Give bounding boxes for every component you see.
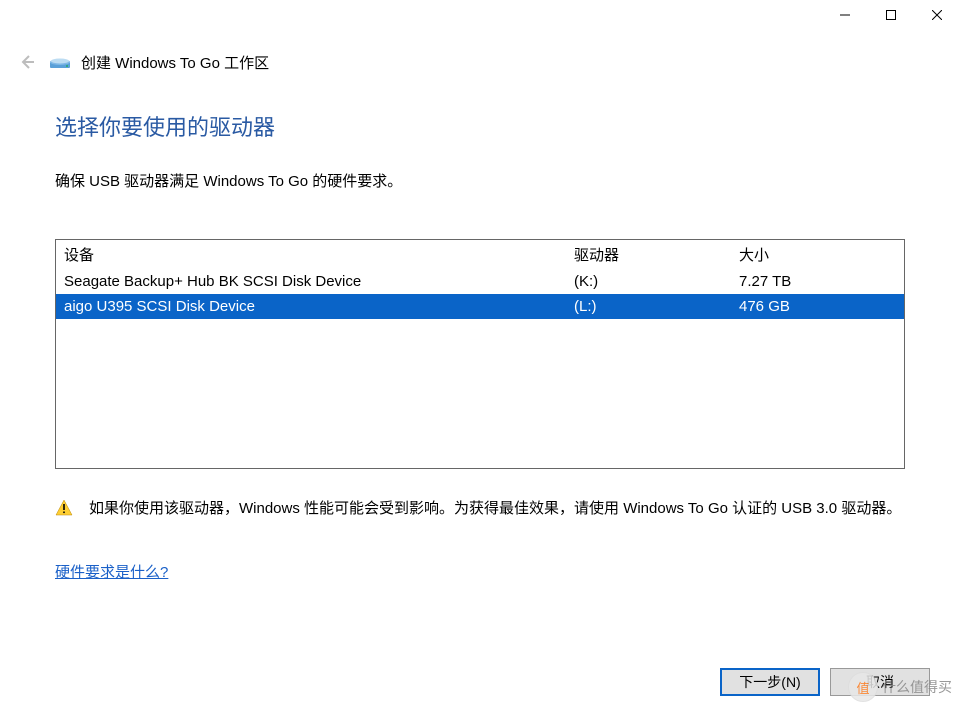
page-heading: 选择你要使用的驱动器 [55, 110, 905, 142]
cell-device: Seagate Backup+ Hub BK SCSI Disk Device [64, 273, 574, 290]
col-drive: 驱动器 [574, 244, 739, 265]
wizard-footer: 下一步(N) 取消 [720, 668, 930, 696]
drive-row[interactable]: Seagate Backup+ Hub BK SCSI Disk Device … [56, 269, 904, 294]
window-titlebar [0, 0, 960, 30]
col-device: 设备 [64, 244, 574, 265]
cell-size: 7.27 TB [739, 273, 896, 290]
maximize-button[interactable] [868, 0, 914, 30]
cell-device: aigo U395 SCSI Disk Device [64, 298, 574, 315]
column-headers: 设备 驱动器 大小 [56, 240, 904, 269]
minimize-icon [840, 10, 850, 20]
minimize-button[interactable] [822, 0, 868, 30]
next-button[interactable]: 下一步(N) [720, 668, 820, 696]
drive-list[interactable]: 设备 驱动器 大小 Seagate Backup+ Hub BK SCSI Di… [55, 239, 905, 469]
warning-icon [55, 499, 73, 517]
col-size: 大小 [739, 244, 896, 265]
wizard-title: 创建 Windows To Go 工作区 [81, 52, 269, 73]
cell-drive: (K:) [574, 273, 739, 290]
warning-text: 如果你使用该驱动器，Windows 性能可能会受到影响。为获得最佳效果，请使用 … [89, 497, 901, 521]
cell-drive: (L:) [574, 298, 739, 315]
back-button [15, 50, 39, 74]
close-icon [932, 10, 942, 20]
cancel-button[interactable]: 取消 [830, 668, 930, 696]
back-arrow-icon [19, 54, 35, 70]
page-subtext: 确保 USB 驱动器满足 Windows To Go 的硬件要求。 [55, 170, 905, 191]
requirements-link[interactable]: 硬件要求是什么? [55, 561, 168, 582]
close-button[interactable] [914, 0, 960, 30]
maximize-icon [886, 10, 896, 20]
warning-block: 如果你使用该驱动器，Windows 性能可能会受到影响。为获得最佳效果，请使用 … [55, 497, 905, 521]
wizard-content: 选择你要使用的驱动器 确保 USB 驱动器满足 Windows To Go 的硬… [55, 110, 905, 582]
wizard-header: 创建 Windows To Go 工作区 [15, 42, 945, 82]
drive-icon [49, 51, 71, 73]
cell-size: 476 GB [739, 298, 896, 315]
drive-row-selected[interactable]: aigo U395 SCSI Disk Device (L:) 476 GB [56, 294, 904, 319]
